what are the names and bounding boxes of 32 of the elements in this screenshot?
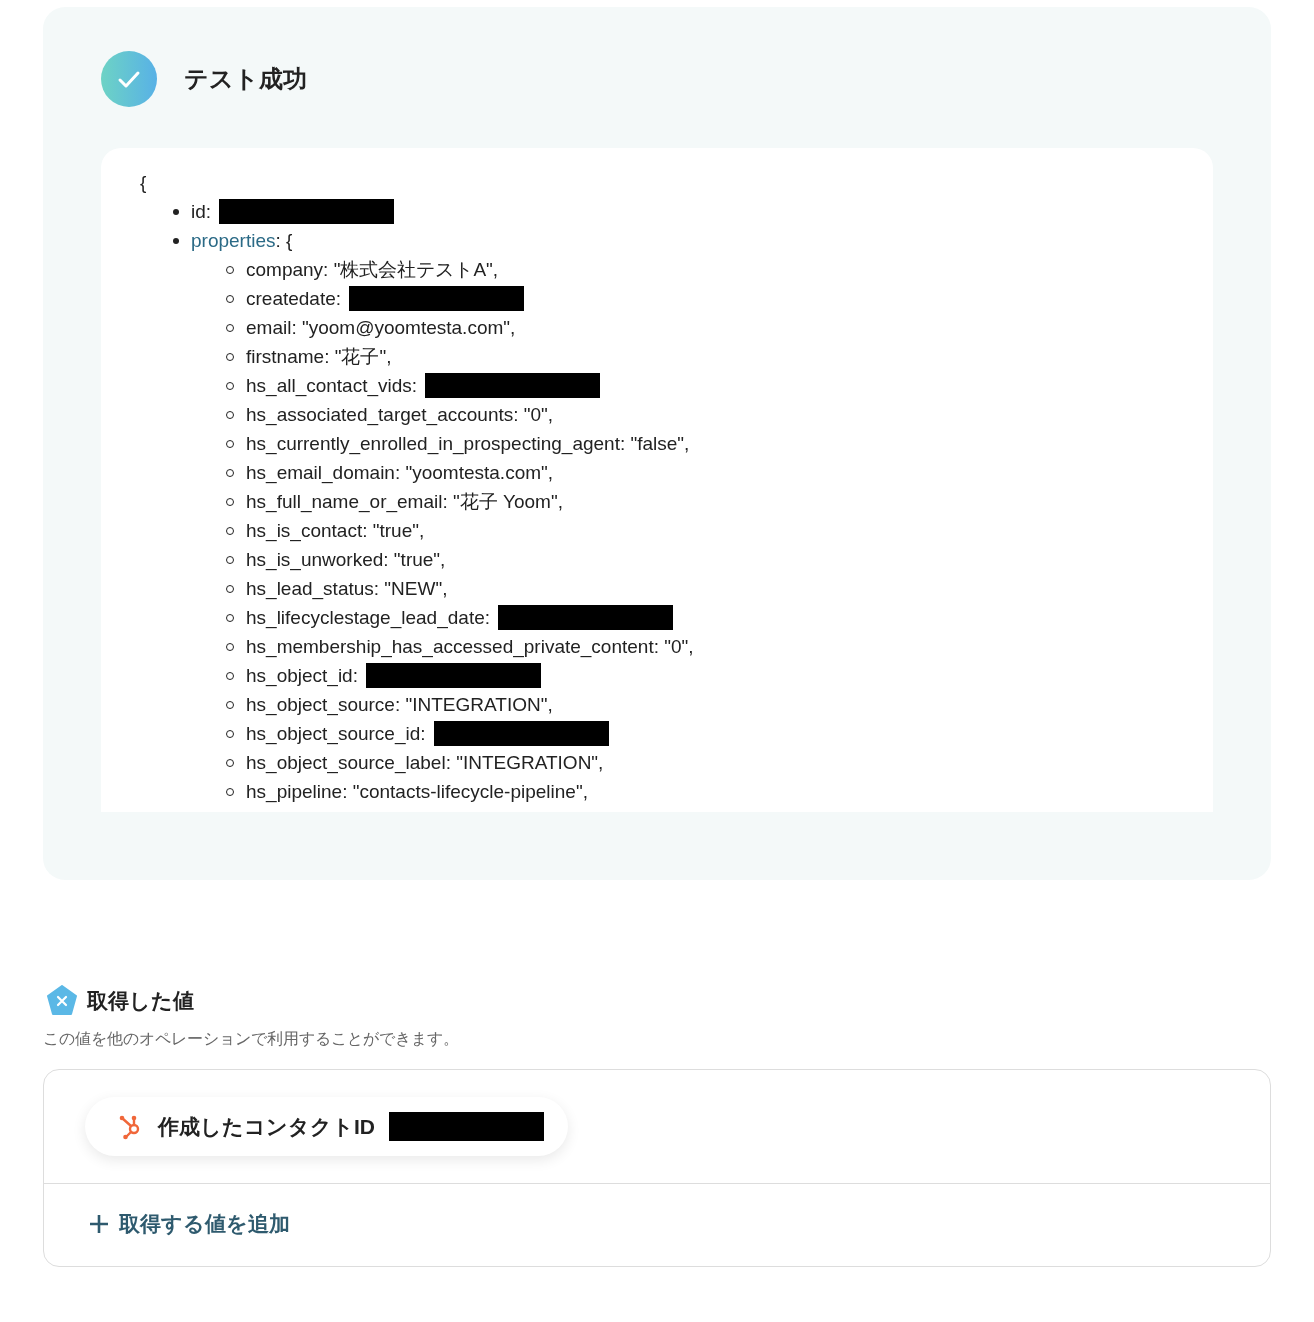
plus-icon	[89, 1214, 109, 1234]
json-line: hs_pipeline: "contacts-lifecycle-pipeline",	[246, 780, 588, 805]
section-title: 取得した値	[87, 988, 194, 1014]
json-line: firstname: "花子",	[246, 345, 392, 369]
json-line: id:	[191, 200, 212, 224]
json-line: hs_lifecyclestage_lead_date:	[246, 606, 490, 631]
add-value-button[interactable]: 取得する値を追加	[89, 1210, 290, 1238]
json-line: properties: {	[191, 229, 293, 253]
check-icon	[101, 51, 157, 107]
json-line: createdate:	[246, 287, 342, 311]
pentagon-icon	[46, 985, 78, 1017]
status-title: テスト成功	[184, 64, 307, 94]
json-line: hs_full_name_or_email: "花子 Yoom",	[246, 490, 563, 515]
json-line: hs_membership_has_accessed_private_content: "0",	[246, 635, 694, 660]
section-description: この値を他のオペレーションで利用することができます。	[43, 1029, 460, 1049]
json-line: hs_all_contact_vids:	[246, 374, 418, 399]
json-line: hs_email_domain: "yoomtesta.com",	[246, 461, 554, 486]
json-line: hs_is_unworked: "true",	[246, 548, 446, 573]
json-line: hs_associated_target_accounts: "0",	[246, 403, 554, 428]
bullet-icon	[173, 237, 179, 244]
json-brace: {	[140, 171, 147, 195]
json-line: hs_object_source: "INTEGRATION",	[246, 693, 553, 718]
json-line: email: "yoom@yoomtesta.com",	[246, 316, 516, 340]
bullet-icon	[173, 208, 179, 215]
json-line: hs_object_source_id:	[246, 722, 426, 747]
json-line: hs_object_id:	[246, 664, 358, 689]
json-line: hs_is_contact: "true",	[246, 519, 425, 544]
json-line: hs_currently_enrolled_in_prospecting_agent: "false",	[246, 432, 690, 457]
json-line: hs_object_source_label: "INTEGRATION",	[246, 751, 604, 776]
json-line: company: "株式会社テストA",	[246, 258, 499, 282]
value-chip[interactable]: 作成したコンタクトID	[85, 1097, 568, 1156]
json-line: hs_lead_status: "NEW",	[246, 577, 448, 602]
